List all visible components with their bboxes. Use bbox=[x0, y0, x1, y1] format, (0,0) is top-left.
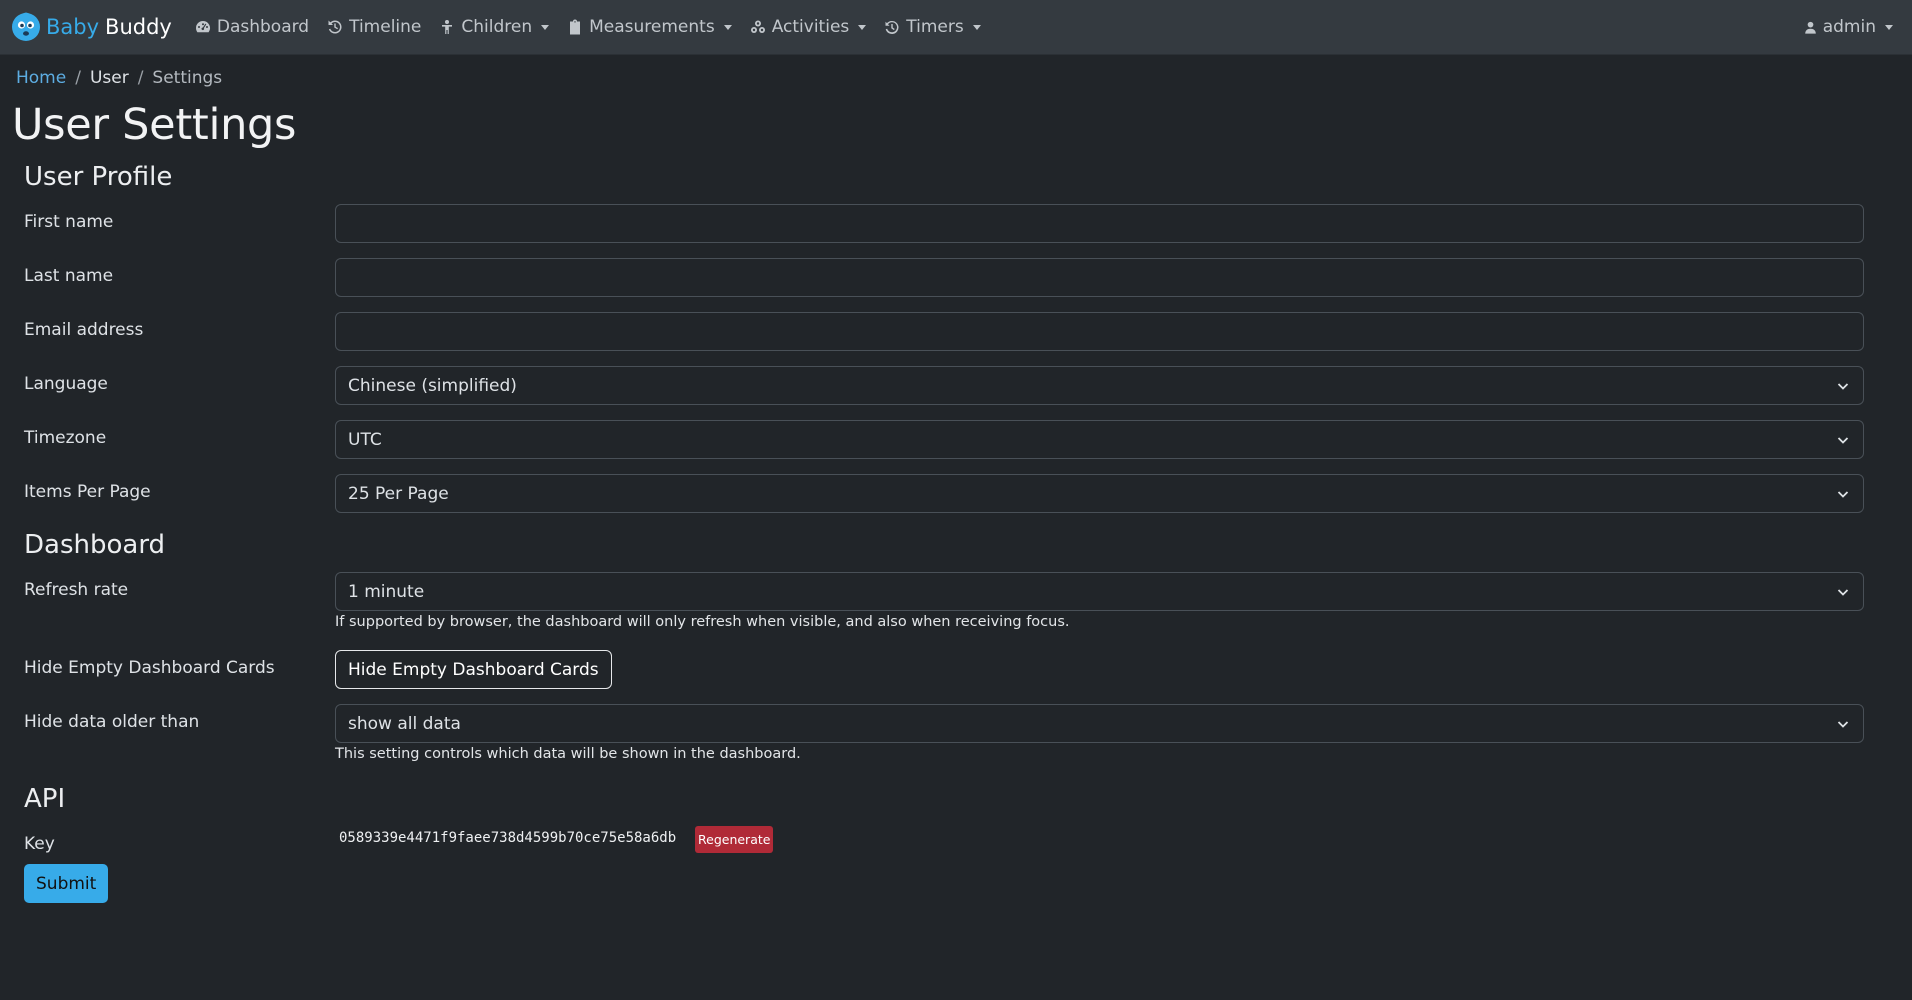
chevron-down-icon bbox=[541, 24, 550, 30]
user-icon bbox=[1804, 21, 1816, 34]
section-title-dashboard: Dashboard bbox=[24, 530, 166, 560]
hide-empty-cards-toggle-button[interactable]: Hide Empty Dashboard Cards bbox=[335, 650, 612, 689]
language-label: Language bbox=[24, 374, 108, 394]
api-key-value: 0589339e4471f9faee738d4599b70ce75e58a6db bbox=[339, 830, 677, 846]
timezone-label: Timezone bbox=[24, 428, 107, 448]
breadcrumb-user: User bbox=[89, 68, 129, 88]
nav-children-dropdown[interactable]: Children bbox=[430, 0, 558, 55]
child-icon bbox=[442, 20, 453, 34]
breadcrumb-separator: / bbox=[75, 68, 81, 88]
nav-measurements-label: Measurements bbox=[589, 17, 715, 37]
section-title-user-profile: User Profile bbox=[24, 162, 173, 192]
last-name-input[interactable] bbox=[335, 258, 1864, 297]
hide-older-data-help: This setting controls which data will be… bbox=[335, 746, 801, 762]
nav-user-label: admin bbox=[1822, 17, 1876, 37]
nav-timeline-label: Timeline bbox=[349, 17, 422, 37]
first-name-label: First name bbox=[24, 212, 114, 232]
chevron-down-icon bbox=[858, 24, 867, 30]
breadcrumb-home-link[interactable]: Home bbox=[16, 68, 66, 88]
history-icon bbox=[328, 20, 342, 34]
chevron-down-icon bbox=[1837, 437, 1849, 444]
section-title-api: API bbox=[24, 784, 66, 814]
timer-icon bbox=[885, 20, 899, 34]
items-per-page-label: Items Per Page bbox=[24, 482, 151, 502]
items-per-page-select-value: 25 Per Page bbox=[348, 483, 449, 504]
refresh-rate-help: If supported by browser, the dashboard w… bbox=[335, 614, 1070, 630]
submit-button[interactable]: Submit bbox=[24, 864, 109, 903]
page-title: User Settings bbox=[12, 100, 297, 150]
brand-name-first: Baby bbox=[46, 15, 100, 39]
chevron-down-icon bbox=[1837, 383, 1849, 390]
nav-dashboard-label: Dashboard bbox=[216, 17, 310, 37]
nav-activities-dropdown[interactable]: Activities bbox=[741, 0, 876, 55]
baby-logo-icon bbox=[12, 12, 40, 41]
nav-dashboard[interactable]: Dashboard bbox=[186, 0, 318, 55]
timezone-select-value: UTC bbox=[348, 429, 382, 450]
nav-user-dropdown[interactable]: admin bbox=[1795, 0, 1902, 55]
timezone-select[interactable]: UTC bbox=[335, 420, 1864, 459]
chevron-down-icon bbox=[1837, 721, 1849, 728]
breadcrumb-current: Settings bbox=[152, 68, 223, 88]
nav-activities-label: Activities bbox=[771, 17, 850, 37]
activities-icon bbox=[750, 20, 765, 33]
regenerate-api-key-button[interactable]: Regenerate bbox=[695, 826, 774, 853]
email-input[interactable] bbox=[335, 312, 1864, 351]
api-key-label: Key bbox=[24, 834, 55, 854]
nav-measurements-dropdown[interactable]: Measurements bbox=[558, 0, 741, 55]
refresh-rate-label: Refresh rate bbox=[24, 580, 129, 600]
refresh-rate-select-value: 1 minute bbox=[348, 581, 425, 602]
chevron-down-icon bbox=[1837, 589, 1849, 596]
nav-timers-dropdown[interactable]: Timers bbox=[875, 0, 989, 55]
last-name-label: Last name bbox=[24, 266, 114, 286]
dashboard-icon bbox=[195, 21, 210, 33]
hide-older-data-select[interactable]: show all data bbox=[335, 704, 1864, 743]
nav-timeline[interactable]: Timeline bbox=[318, 0, 430, 55]
language-select[interactable]: Chinese (simplified) bbox=[335, 366, 1864, 405]
brand-link[interactable]: Baby Buddy bbox=[10, 11, 172, 43]
chevron-down-icon bbox=[972, 24, 981, 30]
language-select-value: Chinese (simplified) bbox=[348, 375, 517, 396]
chevron-down-icon bbox=[723, 24, 732, 30]
breadcrumb: Home / User / Settings bbox=[16, 68, 222, 88]
brand-name-second: Buddy bbox=[105, 15, 172, 39]
clipboard-icon bbox=[570, 19, 581, 35]
chevron-down-icon bbox=[1885, 24, 1893, 30]
email-label: Email address bbox=[24, 320, 144, 340]
chevron-down-icon bbox=[1837, 491, 1849, 498]
hide-older-data-label: Hide data older than bbox=[24, 712, 200, 732]
refresh-rate-select[interactable]: 1 minute bbox=[335, 572, 1864, 611]
hide-older-data-select-value: show all data bbox=[348, 713, 461, 734]
hide-empty-cards-label: Hide Empty Dashboard Cards bbox=[24, 658, 275, 678]
navbar: Baby Buddy Dashboard Timeline Children M… bbox=[0, 0, 1912, 55]
nav-children-label: Children bbox=[461, 17, 533, 37]
nav-timers-label: Timers bbox=[906, 17, 964, 37]
breadcrumb-separator: / bbox=[137, 68, 144, 88]
first-name-input[interactable] bbox=[335, 204, 1864, 243]
items-per-page-select[interactable]: 25 Per Page bbox=[335, 474, 1864, 513]
